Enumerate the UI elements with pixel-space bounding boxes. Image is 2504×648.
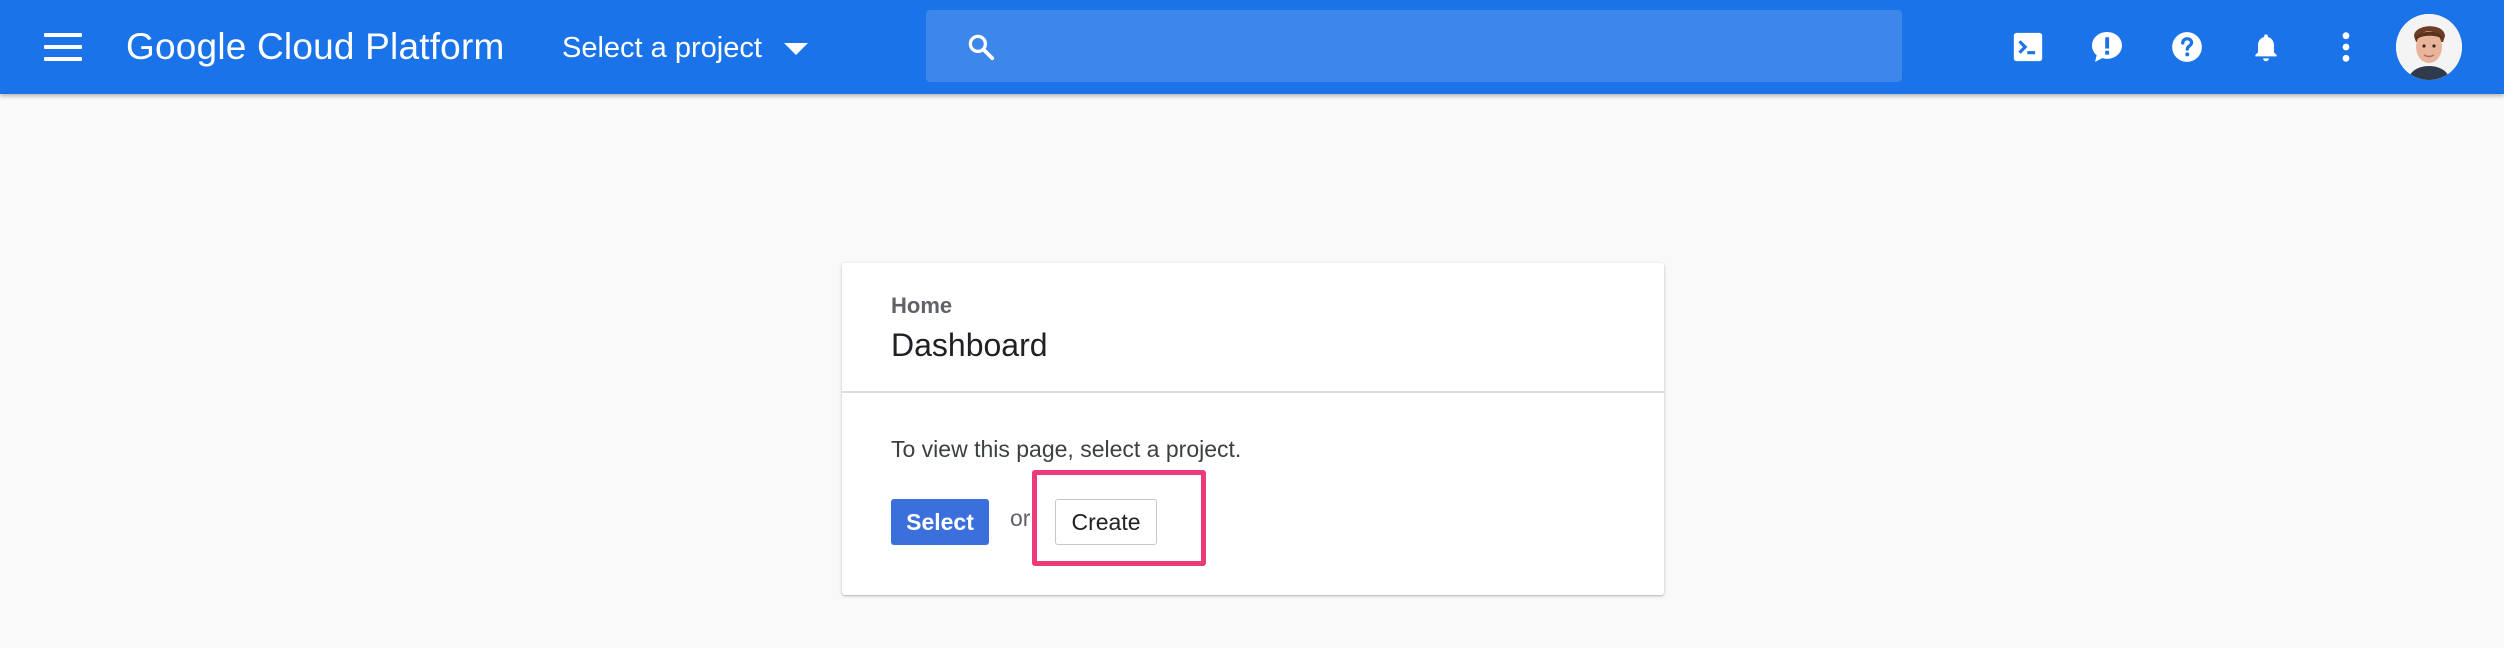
search-input[interactable] — [1022, 10, 1882, 82]
terminal-icon[interactable] — [2004, 23, 2052, 71]
caret-down-icon — [783, 43, 808, 55]
breadcrumb[interactable]: Home — [891, 293, 952, 319]
top-app-bar: Google Cloud Platform Select a project — [0, 0, 2504, 94]
hamburger-menu-icon[interactable] — [40, 27, 86, 67]
user-avatar[interactable] — [2396, 14, 2462, 80]
page-title: Dashboard — [891, 327, 1048, 363]
bell-icon[interactable] — [2242, 23, 2290, 71]
search-bar[interactable] — [926, 10, 1902, 82]
avatar-face-icon — [2396, 14, 2462, 80]
dashboard-card: Home Dashboard To view this page, select… — [842, 263, 1664, 595]
more-vertical-icon[interactable] — [2322, 23, 2370, 71]
create-button[interactable]: Create — [1055, 499, 1157, 545]
select-project-message: To view this page, select a project. — [891, 436, 1242, 462]
app-logo[interactable]: Google Cloud Platform — [126, 24, 505, 70]
select-button[interactable]: Select — [891, 499, 989, 545]
feedback-exclamation-icon[interactable] — [2083, 23, 2131, 71]
help-question-icon[interactable] — [2163, 23, 2211, 71]
project-selector-label: Select a project — [562, 31, 762, 64]
or-separator: or — [1010, 505, 1031, 531]
project-selector[interactable]: Select a project — [562, 26, 808, 70]
card-header: Home Dashboard — [842, 263, 1664, 393]
search-icon — [968, 34, 995, 61]
